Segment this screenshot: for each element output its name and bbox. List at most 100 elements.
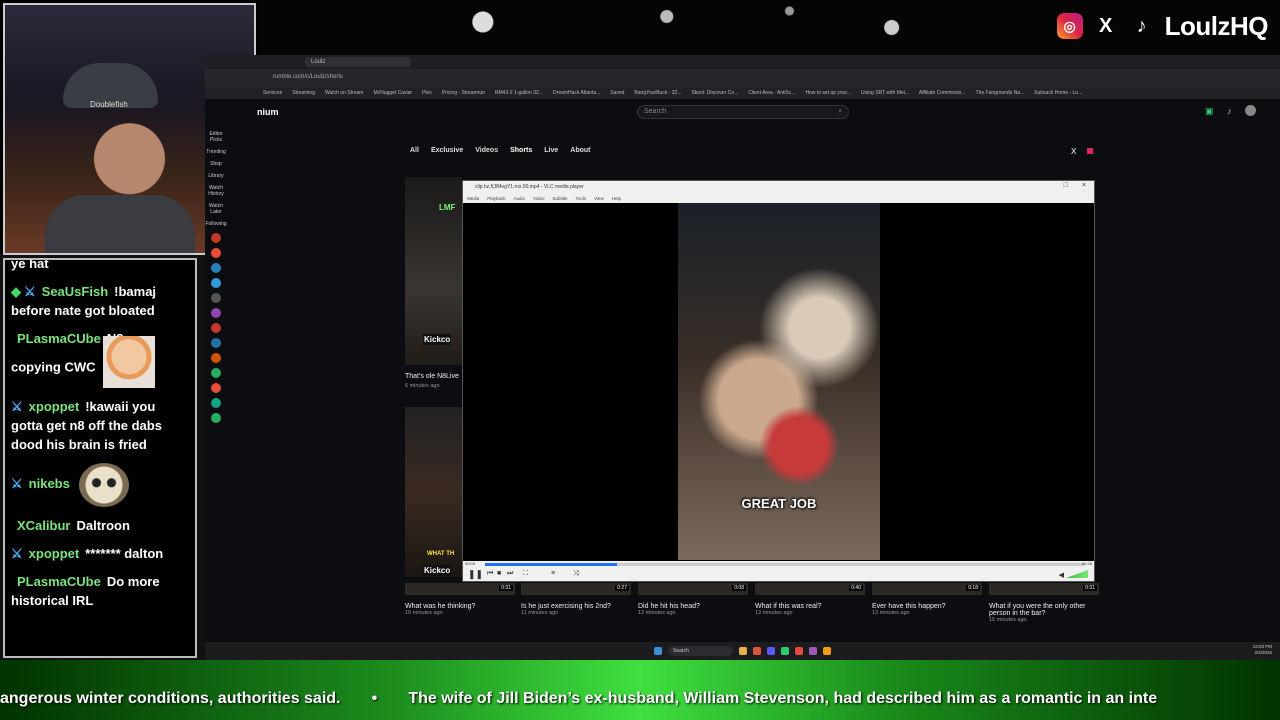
avatar[interactable]: [1245, 105, 1256, 116]
close-icon[interactable]: ×: [1082, 182, 1086, 189]
bookmark-item[interactable]: McNugget Caviar: [373, 90, 412, 96]
nav-editor-picks[interactable]: Editor Picks: [205, 131, 227, 143]
bookmark-item[interactable]: Saved: [610, 90, 624, 96]
tab-all[interactable]: All: [410, 147, 419, 154]
video-card[interactable]: 0:31 What if you were the only other per…: [989, 583, 1099, 623]
video-card[interactable]: 0:18 Ever have this happen? 12 minutes a…: [872, 583, 982, 616]
nav-following[interactable]: Following: [205, 221, 227, 227]
video-title[interactable]: What if this was real?: [755, 603, 865, 610]
bookmark-item[interactable]: Skool: Discover Co...: [692, 90, 739, 96]
stop-icon[interactable]: ■: [497, 570, 501, 577]
video-title[interactable]: What was he thinking?: [405, 603, 515, 610]
next-icon[interactable]: ⏭: [507, 570, 513, 578]
menu-audio[interactable]: Audio: [514, 196, 526, 201]
nav-shop[interactable]: Shop: [205, 161, 227, 167]
nav-watch-history[interactable]: Watch History: [205, 185, 227, 197]
channel-avatar[interactable]: [211, 368, 221, 378]
video-card[interactable]: 0:08 Did he hit his head? 12 minutes ago: [638, 583, 748, 616]
tab-exclusive[interactable]: Exclusive: [431, 147, 463, 154]
start-icon[interactable]: [654, 647, 662, 655]
menu-media[interactable]: Media: [467, 196, 479, 201]
menu-view[interactable]: View: [594, 196, 604, 201]
bookmark-item[interactable]: How to set up your...: [805, 90, 851, 96]
chat-username[interactable]: xpoppet: [29, 399, 80, 414]
nav-watch-later[interactable]: Watch Later: [205, 203, 227, 215]
video-title[interactable]: Is he just exercising his 2nd?: [521, 603, 631, 610]
chat-username[interactable]: nikebs: [29, 476, 70, 491]
vlc-icon[interactable]: [823, 647, 831, 655]
bookmark-item[interactable]: Streaming: [292, 90, 315, 96]
menu-subtitle[interactable]: Subtitle: [552, 196, 567, 201]
bell-icon[interactable]: ♪: [1227, 106, 1232, 116]
search-icon[interactable]: ⌕: [838, 108, 842, 116]
channel-avatar[interactable]: [211, 413, 221, 423]
nav-library[interactable]: Library: [205, 173, 227, 179]
channel-avatar[interactable]: [211, 323, 221, 333]
app-icon[interactable]: [767, 647, 775, 655]
video-thumbnail[interactable]: 0:40: [755, 583, 865, 595]
bookmark-item[interactable]: Subsack Home - Lo...: [1034, 90, 1082, 96]
channel-avatar[interactable]: [211, 308, 221, 318]
bookmark-item[interactable]: Services: [263, 90, 282, 96]
chat-username[interactable]: PLasmaCUbe: [17, 574, 101, 589]
search-input[interactable]: Search ⌕: [637, 105, 849, 119]
address-bar[interactable]: rumble.com/c/Loulz/shorts: [205, 69, 1280, 87]
system-clock[interactable]: 13:03 PM 2/4/2026: [1253, 644, 1272, 656]
menu-help[interactable]: Help: [612, 196, 621, 201]
menu-playback[interactable]: Playback: [487, 196, 505, 201]
app-icon[interactable]: [781, 647, 789, 655]
maximize-icon[interactable]: □: [1064, 182, 1068, 189]
folder-icon[interactable]: [739, 647, 747, 655]
bookmark-item[interactable]: BangYourBuck - 32...: [634, 90, 681, 96]
chat-username[interactable]: PLasmaCUbe: [17, 331, 101, 346]
tab-videos[interactable]: Videos: [475, 147, 498, 154]
channel-avatar[interactable]: [211, 278, 221, 288]
video-frame[interactable]: GREAT JOB: [678, 203, 880, 560]
chat-username[interactable]: SeaUsFish: [42, 284, 108, 299]
volume-slider[interactable]: [1066, 570, 1088, 578]
menu-tools[interactable]: Tools: [576, 196, 587, 201]
menu-video[interactable]: Video: [533, 196, 544, 201]
video-title[interactable]: Did he hit his head?: [638, 603, 748, 610]
bookmark-item[interactable]: Affiliate Commissio...: [919, 90, 966, 96]
fullscreen-icon[interactable]: ⛶: [523, 570, 528, 578]
browser-icon[interactable]: [753, 647, 761, 655]
video-thumbnail[interactable]: 0:31: [405, 583, 515, 595]
video-card[interactable]: 0:31 What was he thinking? 10 minutes ag…: [405, 583, 515, 616]
instagram-small-icon[interactable]: [1087, 148, 1093, 154]
nav-trending[interactable]: Trending: [205, 149, 227, 155]
app-icon[interactable]: [795, 647, 803, 655]
taskbar-search[interactable]: Search: [668, 646, 733, 656]
video-card[interactable]: 0:40 What if this was real? 13 minutes a…: [755, 583, 865, 616]
video-thumbnail[interactable]: 0:18: [872, 583, 982, 595]
site-logo-text[interactable]: nium: [257, 107, 279, 117]
upload-icon[interactable]: ▣: [1205, 106, 1214, 117]
channel-avatar[interactable]: [211, 338, 221, 348]
tab-about[interactable]: About: [570, 147, 590, 154]
channel-avatar[interactable]: [211, 383, 221, 393]
volume-icon[interactable]: ◀: [1059, 571, 1064, 579]
bookmark-item[interactable]: DreamHack Atlanta...: [553, 90, 600, 96]
channel-avatar[interactable]: [211, 293, 221, 303]
video-thumbnail[interactable]: 0:27: [521, 583, 631, 595]
video-thumbnail[interactable]: WHAT TH Kickco: [405, 407, 462, 577]
previous-icon[interactable]: ⏮: [487, 570, 493, 578]
playlist-icon[interactable]: ≡: [551, 570, 555, 577]
video-thumbnail[interactable]: 0:31: [989, 583, 1099, 595]
bookmark-item[interactable]: Client Area - AntiSc...: [748, 90, 795, 96]
bookmark-item[interactable]: Watch on Stream: [325, 90, 363, 96]
video-thumbnail[interactable]: 0:08: [638, 583, 748, 595]
channel-avatar[interactable]: [211, 353, 221, 363]
bookmark-item[interactable]: Using SRT with Mel...: [861, 90, 909, 96]
video-thumbnail[interactable]: LMF Kickco: [405, 177, 462, 365]
bookmark-item[interactable]: RM43-2 1-gallon 32...: [495, 90, 543, 96]
browser-tab[interactable]: Loulz: [305, 57, 411, 67]
video-title[interactable]: That's ole N8Live: [405, 373, 459, 380]
video-title[interactable]: What if you were the only other person i…: [989, 603, 1099, 617]
tab-shorts[interactable]: Shorts: [510, 147, 532, 154]
pause-icon[interactable]: ❚❚: [468, 569, 483, 580]
channel-avatar[interactable]: [211, 233, 221, 243]
seek-bar[interactable]: [485, 563, 1085, 566]
shuffle-icon[interactable]: ⤨: [573, 570, 579, 578]
bookmark-item[interactable]: The Fairgrounds Na...: [976, 90, 1025, 96]
